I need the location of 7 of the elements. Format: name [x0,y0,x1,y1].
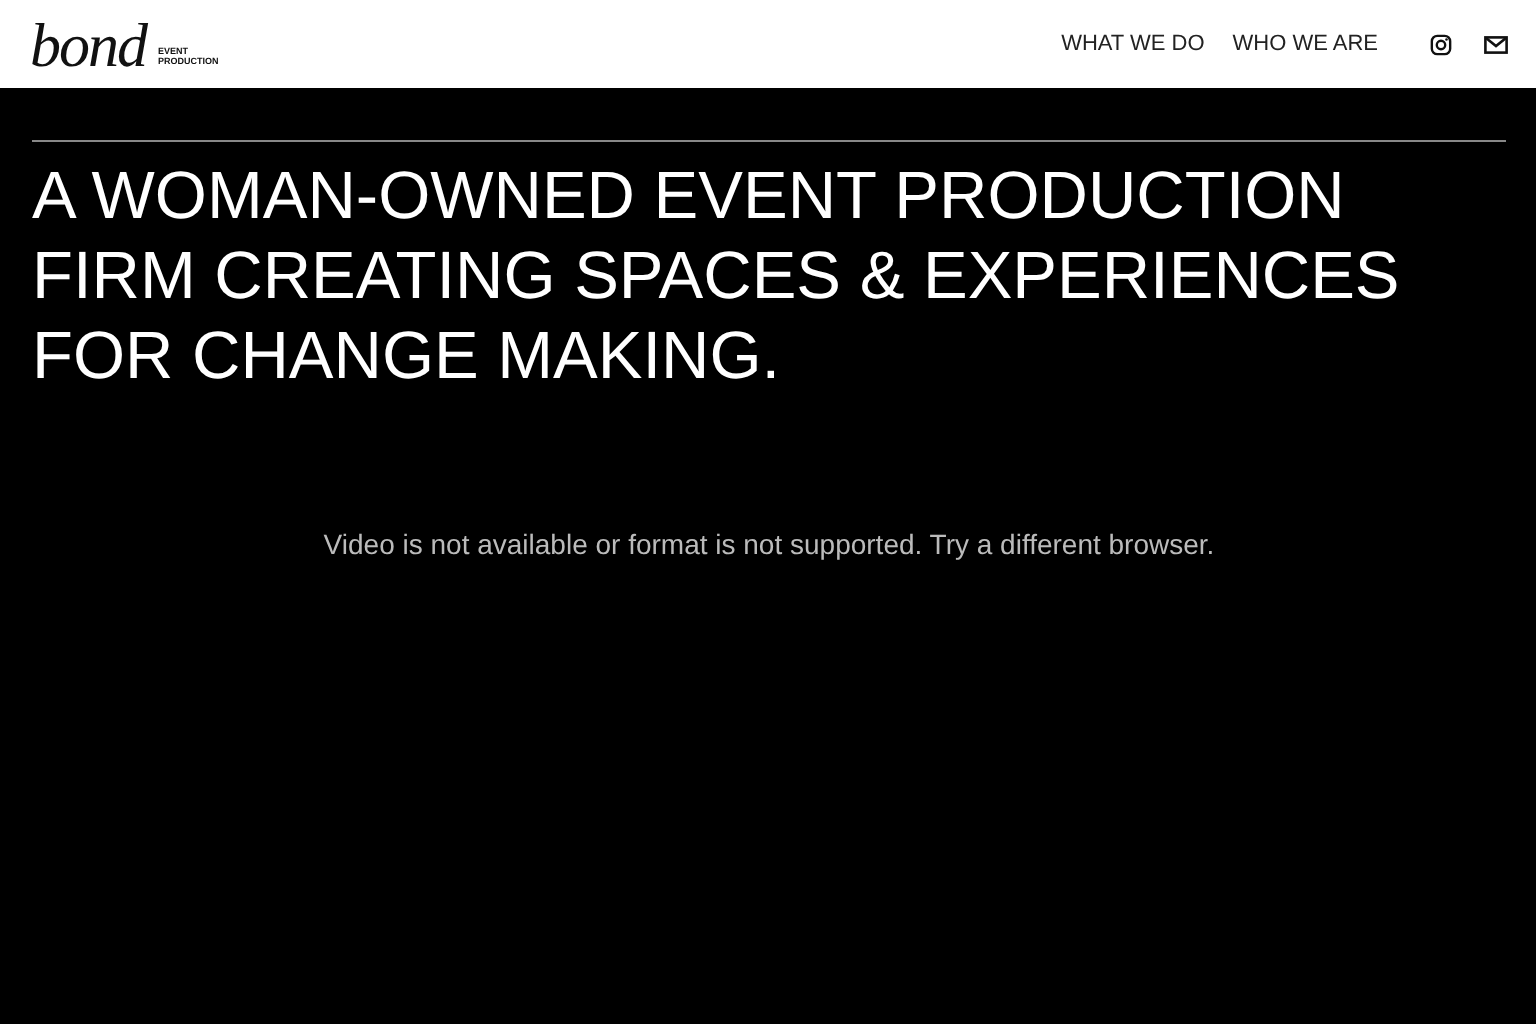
hero-headline: A WOMAN-OWNED EVENT PRODUCTION FIRM CREATING SPACES & EXPERIENCES FOR CHANGE MAKING. [32,158,1402,398]
mail-icon[interactable] [1484,35,1508,53]
nav-link[interactable]: WHAT WE DO [1061,32,1205,56]
video-message: Video is not available or format is not supported. Try a different browser. [321,528,1217,560]
instagram-icon[interactable] [1430,33,1452,55]
nav-link[interactable]: WHO WE ARE [1232,32,1378,56]
logo-wordmark[interactable]: bond [30,13,146,75]
